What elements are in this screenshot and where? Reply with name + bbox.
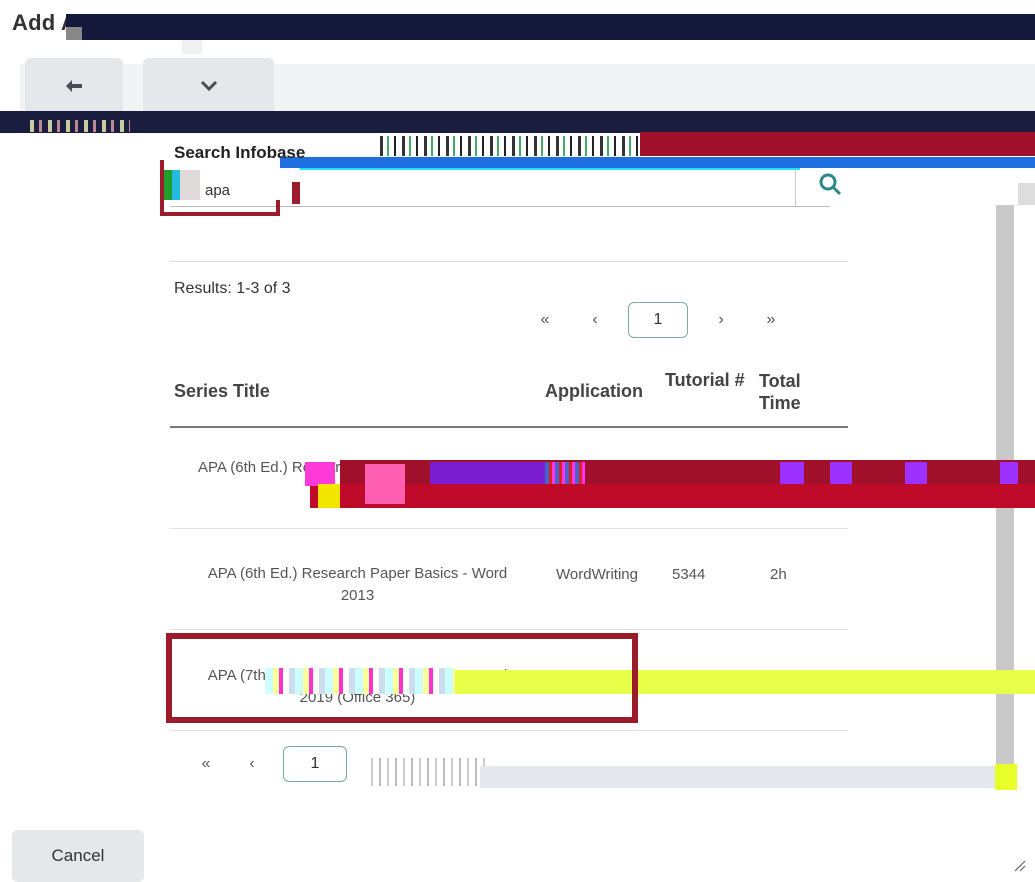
- column-header-total[interactable]: Total Time: [759, 370, 809, 414]
- redacted-overlay: [1000, 462, 1018, 484]
- first-page-button[interactable]: «: [520, 311, 570, 329]
- title-line: APA (6th Ed.) Research Paper Basics - Wo…: [207, 565, 508, 582]
- highlight-frame: [292, 182, 300, 204]
- table-cell-application: WordWriting: [556, 566, 638, 583]
- pagination-top: « ‹ 1 › »: [520, 302, 796, 338]
- redacted-overlay: [830, 462, 852, 484]
- prev-page-button[interactable]: ‹: [570, 311, 620, 329]
- redacted-overlay: [182, 40, 202, 54]
- back-button[interactable]: [25, 58, 123, 114]
- chevron-down-icon: [200, 80, 217, 92]
- search-icon[interactable]: [818, 172, 844, 198]
- redacted-overlay: [545, 462, 585, 484]
- page-number-input[interactable]: 1: [283, 746, 347, 782]
- page-number-input[interactable]: 1: [628, 302, 688, 338]
- redacted-overlay: [365, 758, 485, 786]
- redacted-overlay: [280, 157, 1035, 168]
- redacted-overlay: [480, 766, 995, 788]
- cancel-button[interactable]: Cancel: [12, 830, 144, 882]
- redacted-overlay: [995, 764, 1017, 790]
- redacted-overlay: [305, 462, 335, 486]
- redacted-overlay: [365, 464, 405, 504]
- column-header-application[interactable]: Application: [545, 381, 643, 402]
- row-divider: [170, 528, 848, 529]
- scrollbar-arrow[interactable]: [1018, 183, 1035, 205]
- arrow-left-icon: [66, 80, 82, 92]
- column-header-tutorial[interactable]: Tutorial #: [665, 370, 745, 390]
- row-divider: [170, 629, 848, 630]
- row-divider: [170, 730, 848, 731]
- menu-toggle-button[interactable]: [143, 58, 274, 114]
- redacted-overlay: [905, 462, 927, 484]
- redacted-overlay: [66, 14, 1035, 40]
- results-summary: Results: 1-3 of 3: [174, 280, 291, 297]
- table-cell-total: 2h: [770, 566, 787, 583]
- redacted-overlay: [380, 136, 640, 156]
- selection-highlight-frame: [166, 633, 638, 723]
- divider: [170, 261, 848, 262]
- redacted-overlay: [310, 484, 1035, 508]
- first-page-button[interactable]: «: [183, 755, 229, 773]
- redacted-overlay: [0, 111, 1035, 133]
- highlight-frame: [160, 160, 276, 216]
- header-divider: [170, 426, 848, 428]
- column-header-series[interactable]: Series Title: [174, 381, 270, 402]
- highlight-frame: [276, 200, 280, 216]
- redacted-overlay: [318, 484, 340, 508]
- last-page-button[interactable]: »: [746, 311, 796, 329]
- redacted-overlay: [780, 462, 804, 484]
- table-cell-tutorial: 5344: [672, 566, 706, 583]
- redacted-overlay: [30, 120, 130, 132]
- table-row-title[interactable]: APA (6th Ed.) Research Paper Basics - Wo…: [190, 563, 525, 607]
- title-line: 2013: [340, 587, 375, 604]
- redacted-overlay: [66, 27, 82, 40]
- redacted-overlay: [640, 132, 1035, 156]
- search-divider: [795, 170, 796, 206]
- prev-page-button[interactable]: ‹: [229, 755, 275, 773]
- resize-handle-icon[interactable]: [1012, 858, 1026, 872]
- next-page-button[interactable]: ›: [696, 311, 746, 329]
